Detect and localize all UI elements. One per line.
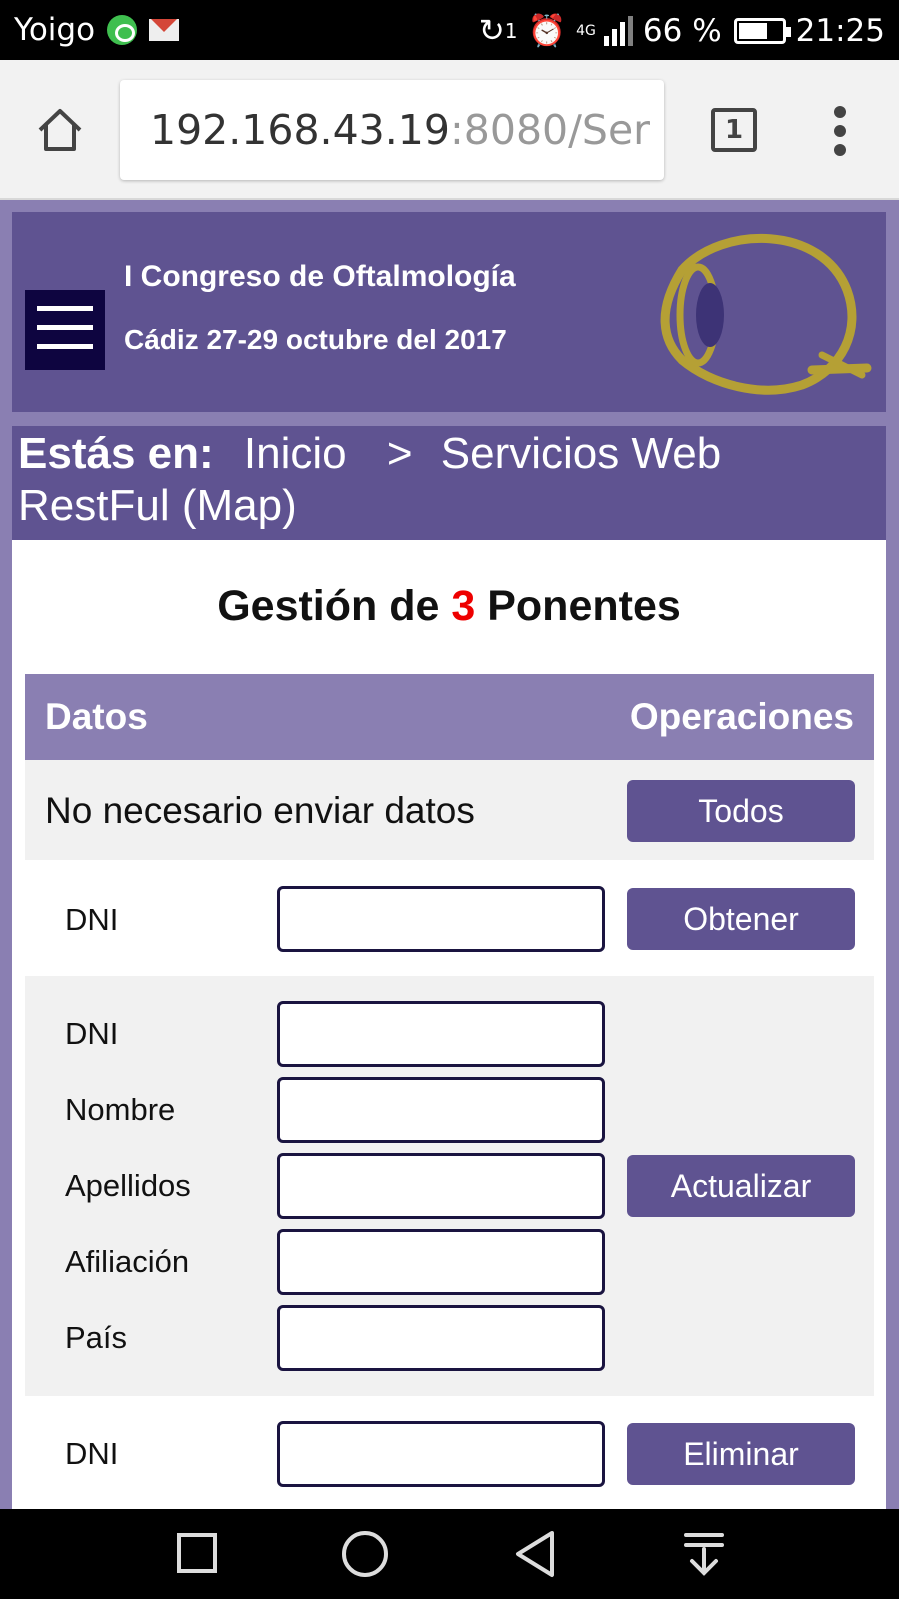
nombre-input[interactable] [277,1077,605,1143]
home-nav-icon[interactable] [342,1531,388,1577]
status-bar: Yoigo ↻ 1 ⏰ 4G 66 % 21:25 [0,0,899,60]
site-subtitle: Cádiz 27-29 octubre del 2017 [124,324,507,355]
title-suffix: Ponentes [487,582,681,630]
status-left: Yoigo [14,12,180,48]
sync-icon: ↻ [478,12,505,49]
network-type: 4G [576,22,596,39]
web-page: I Congreso de Oftalmología Cádiz 27-29 o… [0,200,899,1509]
dni-input-delete[interactable] [277,1421,605,1487]
sync-count: 1 [504,18,518,43]
table-header: Datos Operaciones [25,674,874,760]
breadcrumb-label: Estás en: [18,429,214,478]
url-host: 192.168.43.19 [150,106,450,154]
navigation-bar [0,1509,899,1599]
home-icon[interactable] [36,106,84,154]
battery-icon [733,17,791,44]
breadcrumb: Estás en: Inicio > Servicios Web RestFul… [12,426,886,540]
recent-apps-icon[interactable] [177,1533,217,1573]
gmail-icon [149,19,180,41]
apellidos-label: Apellidos [65,1168,191,1203]
whatsapp-icon [107,15,138,45]
table-row-delete: DNI Eliminar [25,1396,874,1509]
eliminar-button[interactable]: Eliminar [627,1423,855,1485]
column-header-data: Datos [45,696,148,737]
carrier-name: Yoigo [14,12,96,48]
pais-input[interactable] [277,1305,605,1371]
table-row-get: DNI Obtener [25,860,874,976]
apellidos-input[interactable] [277,1153,605,1219]
breadcrumb-home-link[interactable]: Inicio [244,429,347,478]
obtener-button[interactable]: Obtener [627,888,855,950]
afiliacion-label: Afiliación [65,1244,190,1279]
status-right: ↻ 1 ⏰ 4G 66 % 21:25 [469,12,885,50]
signal-icon [603,15,633,46]
main-content: Gestión de 3 Ponentes Datos Operaciones … [12,540,886,1509]
table-row-update: DNI Nombre Apellidos Afiliación País Act… [25,976,874,1396]
overflow-menu-icon[interactable] [830,106,850,156]
site-title: I Congreso de Oftalmología [124,260,516,293]
title-prefix: Gestión de [217,582,440,630]
no-data-text: No necesario enviar datos [45,790,475,831]
nombre-label: Nombre [65,1092,176,1127]
breadcrumb-separator: > [386,429,413,478]
site-header: I Congreso de Oftalmología Cádiz 27-29 o… [12,212,886,412]
actualizar-button[interactable]: Actualizar [627,1155,855,1217]
tab-switcher-button[interactable]: 1 [711,108,757,152]
dni-input-update[interactable] [277,1001,605,1067]
dni-input-get[interactable] [277,886,605,952]
afiliacion-input[interactable] [277,1229,605,1295]
dni-label: DNI [65,1016,119,1051]
pais-label: País [65,1320,128,1355]
dni-label: DNI [65,1436,119,1471]
dni-label: DNI [65,902,119,937]
url-path: :8080/Ser [449,106,651,154]
eye-logo-icon [660,233,872,395]
battery-percent: 66 % [642,12,722,49]
notification-shade-icon[interactable] [684,1531,724,1577]
hamburger-menu-button[interactable] [25,290,105,370]
url-bar[interactable]: 192.168.43.19:8080/Ser [120,80,664,180]
clock: 21:25 [795,12,885,49]
column-header-operations: Operaciones [629,696,854,737]
alarm-icon: ⏰ [527,13,567,49]
todos-button[interactable]: Todos [627,780,855,842]
speaker-count: 3 [451,582,476,630]
table-row-get-all: No necesario enviar datos Todos [25,760,874,860]
browser-toolbar: 192.168.43.19:8080/Ser 1 [0,60,899,200]
back-icon[interactable] [512,1529,558,1579]
page-title: Gestión de 3 Ponentes [12,582,886,631]
